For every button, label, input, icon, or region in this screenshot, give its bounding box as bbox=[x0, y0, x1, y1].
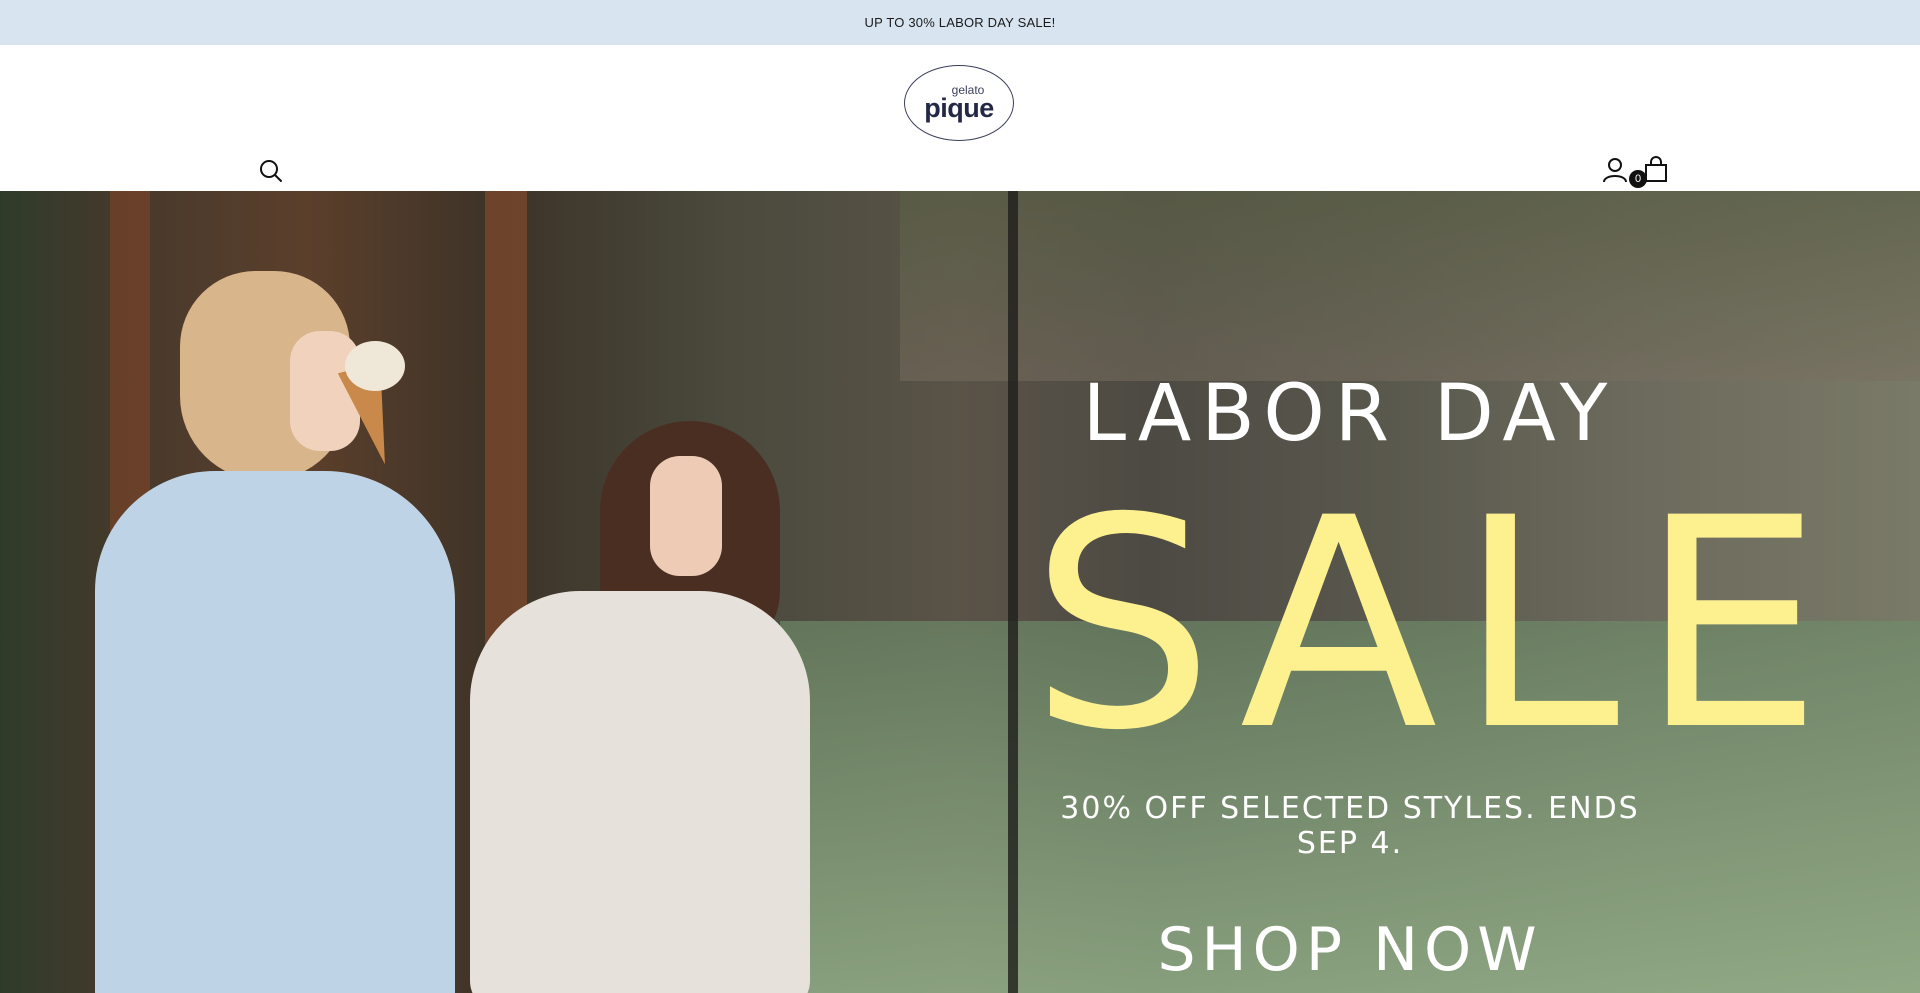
hero-heading-sale: SALE bbox=[1030, 457, 1843, 794]
announcement-text: UP TO 30% LABOR DAY SALE! bbox=[864, 15, 1056, 30]
account-icon[interactable] bbox=[1601, 156, 1629, 184]
hero-banner[interactable]: LABOR DAY SALE 30% OFF SELECTED STYLES. … bbox=[0, 191, 1920, 993]
logo-big-text: pique bbox=[924, 93, 994, 123]
hero-bg-pillar bbox=[1008, 191, 1018, 993]
ice-cream-scoop bbox=[345, 341, 405, 391]
announcement-bar: UP TO 30% LABOR DAY SALE! bbox=[0, 0, 1920, 45]
model-dress bbox=[470, 591, 810, 993]
site-header: gelato pique 0 bbox=[0, 45, 1920, 191]
model-face bbox=[650, 456, 722, 576]
hero-heading-labor-day: LABOR DAY bbox=[1082, 369, 1618, 459]
hero-subheading: 30% OFF SELECTED STYLES. ENDS SEP 4. bbox=[1060, 791, 1640, 861]
model-shirt bbox=[95, 471, 455, 993]
hero-bg-window bbox=[900, 191, 1920, 381]
search-icon[interactable] bbox=[257, 157, 285, 185]
brand-logo[interactable]: gelato pique bbox=[904, 65, 1014, 141]
shop-now-link[interactable]: SHOP NOW bbox=[1030, 915, 1670, 985]
cart-count-badge: 0 bbox=[1629, 170, 1647, 188]
